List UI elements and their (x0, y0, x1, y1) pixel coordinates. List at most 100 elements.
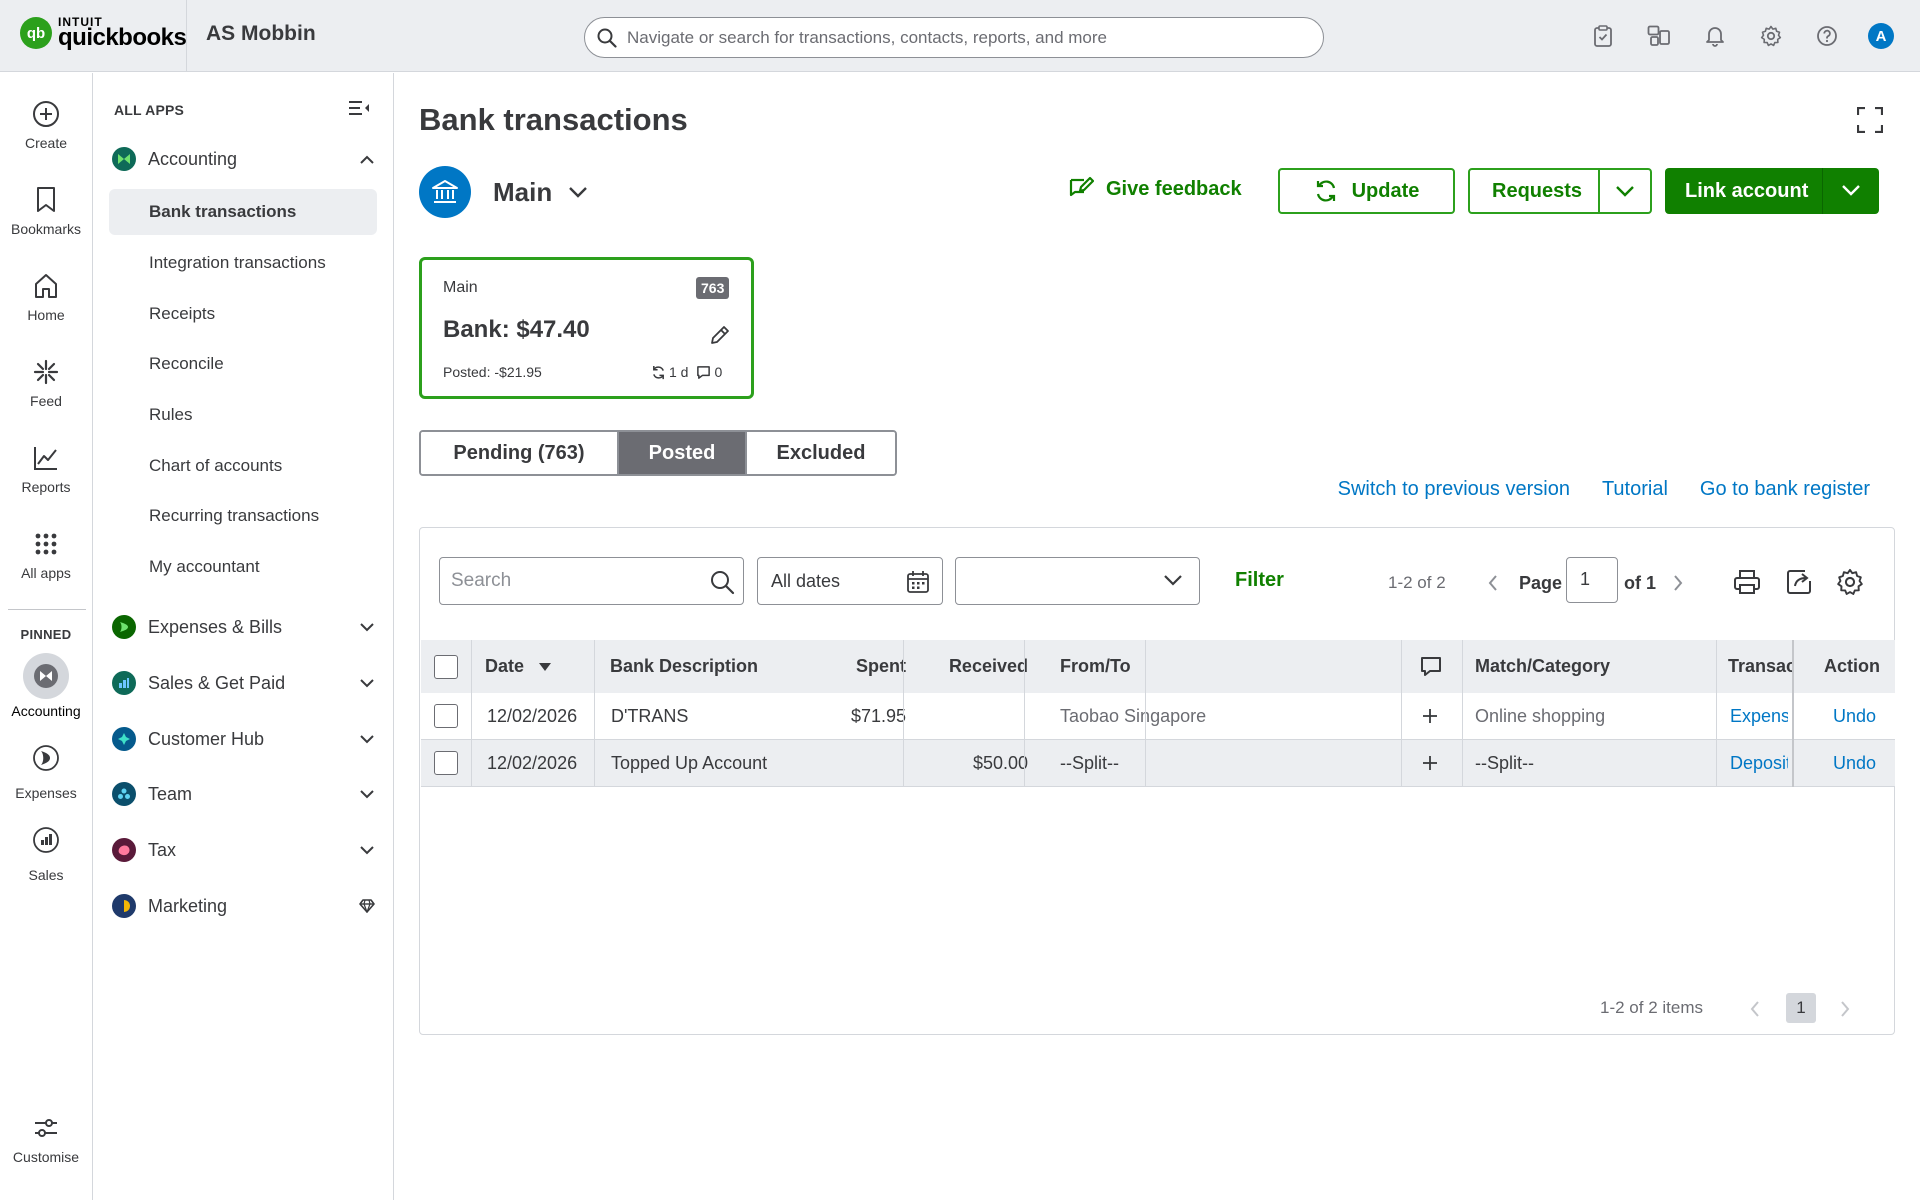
nav-group-team[interactable]: Team (112, 776, 376, 812)
select-all-checkbox[interactable] (434, 654, 458, 679)
nav-integration-transactions[interactable]: Integration transactions (109, 240, 377, 286)
printer-icon[interactable] (1733, 568, 1761, 596)
collapse-menu-icon[interactable] (348, 99, 370, 117)
account-selector[interactable]: Main (419, 166, 588, 218)
clipboard-check-icon[interactable] (1588, 21, 1618, 51)
nav-my-accountant[interactable]: My accountant (109, 544, 377, 590)
page-number-box[interactable] (1566, 557, 1618, 603)
rail-pinned-expenses-label: Expenses (15, 785, 77, 801)
footer-prev-page-icon[interactable] (1749, 1000, 1761, 1018)
account-card[interactable]: Main 763 Bank: $47.40 Posted: -$21.95 1 … (419, 257, 754, 399)
global-search[interactable] (584, 17, 1324, 58)
table-row[interactable]: 12/02/2026 Topped Up Account $50.00 --Sp… (421, 740, 1895, 787)
row-description: D'TRANS (611, 705, 689, 726)
link-account-dropdown-chevron-icon[interactable] (1841, 181, 1861, 199)
page-number-input[interactable] (1567, 558, 1615, 600)
column-spent[interactable]: Spent (816, 640, 906, 693)
row-checkbox[interactable] (434, 704, 458, 728)
bell-icon[interactable] (1700, 21, 1730, 51)
nav-group-accounting[interactable]: Accounting (112, 141, 376, 177)
nav-bank-transactions[interactable]: Bank transactions (109, 189, 377, 235)
give-feedback-link[interactable]: Give feedback (1068, 176, 1242, 202)
add-comment-plus-icon[interactable] (1421, 740, 1439, 786)
tab-excluded[interactable]: Excluded (745, 432, 895, 474)
user-avatar[interactable]: A (1868, 23, 1894, 49)
grid-dots-icon (29, 527, 63, 561)
gear-icon[interactable] (1756, 21, 1786, 51)
rail-pinned-expenses[interactable]: Expenses (0, 735, 92, 801)
nav-receipts[interactable]: Receipts (109, 291, 377, 337)
rail-bookmarks-label: Bookmarks (10, 221, 82, 237)
rail-all-apps[interactable]: All apps (0, 527, 92, 581)
rail-reports[interactable]: Reports (0, 441, 92, 495)
nav-group-marketing[interactable]: Marketing (112, 888, 376, 924)
table-row[interactable]: 12/02/2026 D'TRANS $71.95 Taobao Singapo… (421, 693, 1895, 740)
search-icon[interactable] (709, 569, 735, 595)
rail-feed-label: Feed (30, 393, 62, 409)
fullscreen-icon[interactable] (1857, 107, 1883, 133)
tab-posted[interactable]: Posted (617, 432, 745, 474)
rail-customise[interactable]: Customise (0, 1111, 92, 1165)
switch-previous-version-link[interactable]: Switch to previous version (1338, 478, 1570, 501)
footer-page-1[interactable]: 1 (1786, 993, 1816, 1023)
rail-pinned-sales[interactable]: Sales (0, 817, 92, 883)
export-icon[interactable] (1785, 568, 1813, 596)
company-name[interactable]: AS Mobbin (206, 22, 316, 46)
footer-next-page-icon[interactable] (1839, 1000, 1851, 1018)
link-account-button[interactable]: Link account (1665, 168, 1879, 214)
row-transaction-type-link[interactable]: Expense (1730, 693, 1788, 739)
quickbooks-logo[interactable]: qb INTUIT quickbooks (20, 16, 187, 51)
transactions-grid: All dates Filter 1-2 of 2 Page of 1 Date (419, 527, 1895, 1035)
marketing-icon (112, 894, 136, 918)
rail-home[interactable]: Home (0, 269, 92, 323)
global-search-input[interactable] (627, 27, 1307, 48)
rail-bookmarks[interactable]: Bookmarks (0, 183, 92, 237)
row-transaction-type-link[interactable]: Deposit (1730, 740, 1788, 786)
tutorial-link[interactable]: Tutorial (1602, 478, 1668, 501)
row-checkbox[interactable] (434, 751, 458, 775)
undo-link[interactable]: Undo (1833, 740, 1876, 786)
filter-button[interactable]: Filter (1235, 569, 1284, 592)
nav-reconcile[interactable]: Reconcile (109, 341, 377, 387)
row-from-to: Taobao Singapore (1060, 705, 1207, 726)
settings-gear-icon[interactable] (1836, 568, 1864, 596)
nav-rules[interactable]: Rules (109, 392, 377, 438)
home-icon (29, 269, 63, 303)
next-page-icon[interactable] (1672, 574, 1684, 592)
date-filter-dropdown[interactable]: All dates (757, 557, 943, 605)
rail-create[interactable]: Create (0, 97, 92, 151)
logo-quickbooks-text: quickbooks (58, 24, 187, 51)
grid-search[interactable] (439, 557, 744, 605)
tab-pending[interactable]: Pending (763) (421, 432, 617, 474)
column-from-to[interactable]: From/To (1060, 640, 1131, 693)
requests-button[interactable]: Requests (1468, 168, 1652, 214)
help-icon[interactable] (1812, 21, 1842, 51)
column-match-category[interactable]: Match/Category (1475, 640, 1610, 693)
nav-group-sales-get-paid[interactable]: Sales & Get Paid (112, 665, 376, 701)
apps-switch-icon[interactable] (1644, 21, 1674, 51)
nav-recurring-transactions[interactable]: Recurring transactions (109, 493, 377, 539)
rail-pinned-accounting[interactable]: Accounting (0, 653, 92, 719)
undo-link[interactable]: Undo (1833, 693, 1876, 739)
nav-group-customer-hub[interactable]: Customer Hub (112, 721, 376, 757)
column-received[interactable]: Received (918, 640, 1028, 693)
nav-chart-of-accounts[interactable]: Chart of accounts (109, 443, 377, 489)
update-button[interactable]: Update (1278, 168, 1455, 214)
header-divider (186, 0, 187, 72)
column-bank-description[interactable]: Bank Description (610, 640, 758, 693)
account-filter-dropdown[interactable] (955, 557, 1200, 605)
requests-dropdown-chevron-icon[interactable] (1615, 182, 1635, 200)
add-comment-plus-icon[interactable] (1421, 693, 1439, 739)
prev-page-icon[interactable] (1487, 574, 1499, 592)
column-date[interactable]: Date (485, 640, 552, 693)
rail-feed[interactable]: Feed (0, 355, 92, 409)
column-transaction-type[interactable]: Transac (1728, 640, 1792, 693)
grid-search-input[interactable] (451, 570, 701, 592)
go-to-bank-register-link[interactable]: Go to bank register (1700, 478, 1870, 501)
sales-get-paid-icon (112, 671, 136, 695)
nav-group-expenses-bills[interactable]: Expenses & Bills (112, 609, 376, 645)
pencil-icon[interactable] (709, 324, 731, 346)
nav-group-tax[interactable]: Tax (112, 832, 376, 868)
bookmark-icon (29, 183, 63, 217)
row-date: 12/02/2026 (487, 705, 578, 726)
